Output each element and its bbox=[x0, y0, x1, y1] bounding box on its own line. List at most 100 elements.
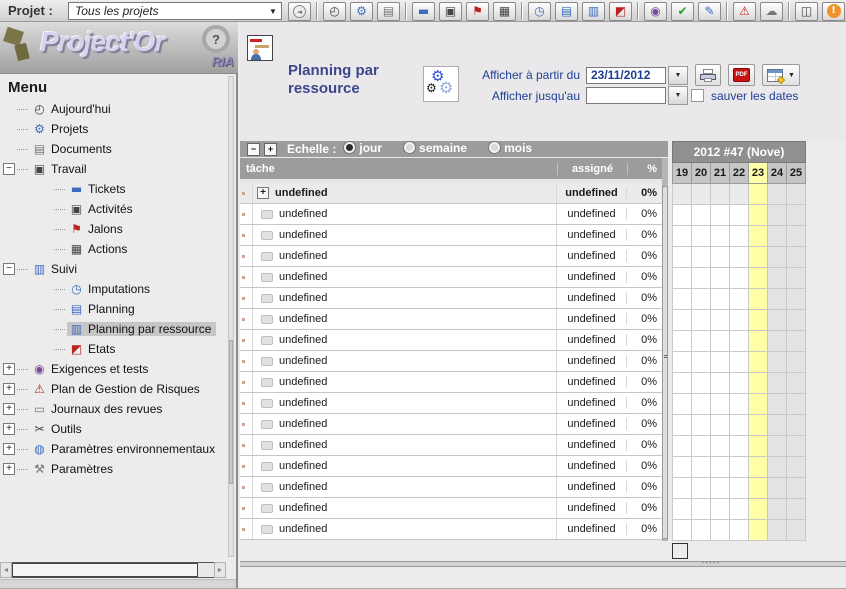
row-handle[interactable] bbox=[240, 351, 253, 371]
row-handle[interactable] bbox=[240, 519, 253, 539]
radio-icon[interactable] bbox=[344, 142, 355, 153]
to-date-dropdown-button[interactable]: ▼ bbox=[668, 86, 688, 105]
sidebar-item-jalons[interactable]: ⚑Jalons bbox=[0, 219, 236, 239]
row-handle[interactable] bbox=[240, 414, 253, 434]
sidebar-item-exigences-et-tests[interactable]: +◉Exigences et tests bbox=[0, 359, 236, 379]
collapse-icon[interactable]: − bbox=[3, 263, 15, 275]
presentation-button[interactable]: ◫ bbox=[795, 2, 818, 21]
task-row[interactable]: undefinedundefined0% bbox=[240, 456, 662, 477]
to-date-input[interactable] bbox=[586, 87, 666, 104]
sidebar-item-projets[interactable]: ⚙Projets bbox=[0, 119, 236, 139]
save-dates-checkbox[interactable] bbox=[691, 89, 704, 102]
sidebar-item-tickets[interactable]: ▬Tickets bbox=[0, 179, 236, 199]
scrollbar-thumb[interactable] bbox=[12, 563, 198, 577]
expand-icon[interactable]: + bbox=[3, 403, 15, 415]
scrollbar-track[interactable] bbox=[12, 562, 214, 578]
task-row[interactable]: undefinedundefined0% bbox=[240, 414, 662, 435]
sidebar-horizontal-scrollbar[interactable]: ◄ ► bbox=[0, 562, 226, 578]
task-row[interactable]: undefinedundefined0% bbox=[240, 204, 662, 225]
task-row[interactable]: undefinedundefined0% bbox=[240, 246, 662, 267]
scroll-left-icon[interactable]: ◄ bbox=[0, 562, 12, 578]
project-select[interactable]: Tous les projets ▼ bbox=[68, 2, 282, 20]
row-handle[interactable] bbox=[240, 456, 253, 476]
documents-button[interactable]: ▤ bbox=[377, 2, 400, 21]
projects-button[interactable]: ⚙ bbox=[350, 2, 373, 21]
timesheet-button[interactable]: ◷ bbox=[528, 2, 551, 21]
task-row[interactable]: undefinedundefined0% bbox=[240, 393, 662, 414]
sidebar-item-activit-s[interactable]: ▣Activités bbox=[0, 199, 236, 219]
collapse-icon[interactable]: − bbox=[3, 163, 15, 175]
today-button[interactable]: ◴ bbox=[323, 2, 346, 21]
sidebar-item-plan-de-gestion-de-risques[interactable]: +⚠Plan de Gestion de Risques bbox=[0, 379, 236, 399]
radio-icon[interactable] bbox=[489, 142, 500, 153]
task-row[interactable]: +undefinedundefined0% bbox=[240, 183, 662, 204]
sidebar-item-planning-par-ressource[interactable]: ▥Planning par ressource bbox=[0, 319, 236, 339]
tickets-button[interactable]: ▬ bbox=[412, 2, 435, 21]
expand-icon[interactable]: + bbox=[3, 463, 15, 475]
task-row[interactable]: undefinedundefined0% bbox=[240, 519, 662, 540]
sidebar-item-documents[interactable]: ▤Documents bbox=[0, 139, 236, 159]
task-row[interactable]: undefinedundefined0% bbox=[240, 288, 662, 309]
print-button[interactable] bbox=[695, 64, 721, 86]
sidebar-item-outils[interactable]: +✂Outils bbox=[0, 419, 236, 439]
pdf-export-button[interactable]: PDF bbox=[728, 64, 755, 86]
planning-resource-button[interactable]: ▥ bbox=[582, 2, 605, 21]
row-handle[interactable] bbox=[240, 309, 253, 329]
scrollbar-thumb[interactable] bbox=[662, 186, 668, 539]
expand-icon[interactable]: + bbox=[257, 187, 269, 199]
row-handle[interactable] bbox=[240, 267, 253, 287]
scroll-right-icon[interactable]: ► bbox=[214, 562, 226, 578]
expand-icon[interactable]: + bbox=[3, 443, 15, 455]
row-handle[interactable] bbox=[240, 498, 253, 518]
sidebar-item-suivi[interactable]: −▥Suivi bbox=[0, 259, 236, 279]
task-row[interactable]: undefinedundefined0% bbox=[240, 225, 662, 246]
sidebar-item-actions[interactable]: ▦Actions bbox=[0, 239, 236, 259]
task-row[interactable]: undefinedundefined0% bbox=[240, 477, 662, 498]
nav-back-button[interactable]: ◄ bbox=[288, 2, 311, 21]
sidebar-item-etats[interactable]: ◩Etats bbox=[0, 339, 236, 359]
task-vertical-scrollbar[interactable] bbox=[662, 158, 668, 541]
risks-button[interactable]: ⚠ bbox=[733, 2, 756, 21]
task-row[interactable]: undefinedundefined0% bbox=[240, 330, 662, 351]
sidebar-vertical-scrollbar[interactable] bbox=[228, 76, 234, 557]
sidebar-item-imputations[interactable]: ◷Imputations bbox=[0, 279, 236, 299]
task-row[interactable]: undefinedundefined0% bbox=[240, 435, 662, 456]
row-handle[interactable] bbox=[240, 330, 253, 350]
radio-icon[interactable] bbox=[404, 142, 415, 153]
scale-option-semaine[interactable]: semaine bbox=[404, 141, 467, 155]
sidebar-item-planning[interactable]: ▤Planning bbox=[0, 299, 236, 319]
expand-icon[interactable]: + bbox=[3, 363, 15, 375]
alert-button[interactable]: ! bbox=[822, 2, 845, 21]
sidebar-item-param-tres-environnementaux[interactable]: +◍Paramètres environnementaux bbox=[0, 439, 236, 459]
requirements-button[interactable]: ◉ bbox=[644, 2, 667, 21]
row-handle[interactable] bbox=[240, 435, 253, 455]
sidebar-item-journaux-des-revues[interactable]: +▭Journaux des revues bbox=[0, 399, 236, 419]
zoom-in-button[interactable]: + bbox=[264, 143, 277, 156]
activities-button[interactable]: ▣ bbox=[439, 2, 462, 21]
task-row[interactable]: undefinedundefined0% bbox=[240, 498, 662, 519]
task-row[interactable]: undefinedundefined0% bbox=[240, 372, 662, 393]
milestones-button[interactable]: ⚑ bbox=[466, 2, 489, 21]
task-row[interactable]: undefinedundefined0% bbox=[240, 309, 662, 330]
from-date-dropdown-button[interactable]: ▼ bbox=[668, 66, 688, 85]
from-date-input[interactable]: 23/11/2012 bbox=[586, 67, 666, 84]
sidebar-item-aujourd-hui[interactable]: ◴Aujourd'hui bbox=[0, 99, 236, 119]
row-handle[interactable] bbox=[240, 225, 253, 245]
weather-button[interactable]: ☁ bbox=[760, 2, 783, 21]
zoom-out-button[interactable]: − bbox=[247, 143, 260, 156]
row-handle[interactable] bbox=[240, 372, 253, 392]
row-handle[interactable] bbox=[240, 183, 253, 203]
task-row[interactable]: undefinedundefined0% bbox=[240, 267, 662, 288]
sidebar-item-travail[interactable]: −▣Travail bbox=[0, 159, 236, 179]
scale-option-jour[interactable]: jour bbox=[344, 141, 382, 155]
actions-button[interactable]: ▦ bbox=[493, 2, 516, 21]
export-button[interactable]: ▼ bbox=[762, 64, 800, 86]
tests-button[interactable]: ✔ bbox=[671, 2, 694, 21]
row-handle[interactable] bbox=[240, 204, 253, 224]
row-handle[interactable] bbox=[240, 246, 253, 266]
scrollbar-thumb[interactable] bbox=[229, 340, 233, 484]
row-handle[interactable] bbox=[240, 477, 253, 497]
validation-button[interactable]: ✎ bbox=[698, 2, 721, 21]
row-handle[interactable] bbox=[240, 393, 253, 413]
calendar-scroll-thumb[interactable] bbox=[672, 543, 688, 559]
